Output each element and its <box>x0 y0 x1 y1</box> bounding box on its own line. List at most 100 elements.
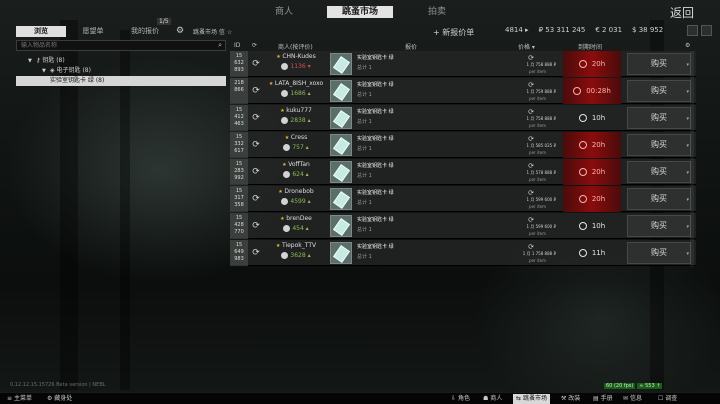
header-id[interactable]: ID <box>234 42 240 49</box>
tree-item-label: 实验室钥匙卡 绿 (8) <box>50 77 105 84</box>
refresh-icon[interactable]: ⟳ <box>251 167 261 177</box>
buy-button[interactable]: 购买 ▾ <box>627 80 691 102</box>
header-price[interactable]: 价格 ▾ <box>518 42 535 51</box>
traders-button[interactable]: ☗ 商人 <box>480 394 505 404</box>
keycard-icon <box>332 56 351 74</box>
clock-icon: o <box>578 195 587 203</box>
table-row[interactable]: 15 428 770 ⟳ ★ brenDee 454 ▴ 实验室钥匙卡 绿总计 1 ⟳ 1 月 … <box>230 213 696 239</box>
seller-cell[interactable]: ★ CHN-Kudes 1136 ▾ <box>268 53 324 70</box>
clock-icon: o <box>578 60 587 68</box>
refresh-icon[interactable]: ⟳ <box>251 59 261 69</box>
offer-id-part: 893 <box>234 67 244 73</box>
gear-icon[interactable]: ⚙ <box>685 42 690 49</box>
back-button[interactable]: 返回 <box>670 4 694 21</box>
offer-id: 15 649 983 <box>230 240 248 266</box>
table-row[interactable]: 15 649 983 ⟳ ★ Tiepok_TTV 3628 ▴ 实验室钥匙卡 绿总计 1 ⟳… <box>230 240 696 266</box>
performance-indicators: 60 (20 fps) ≈ 553 ↑ <box>604 383 663 389</box>
subtab-browse[interactable]: 浏览 <box>16 26 66 37</box>
buy-button[interactable]: 购买 ▾ <box>627 161 691 183</box>
tree-item-electronic-keys[interactable]: ▼ ◈ 电子钥匙 (8) <box>16 66 226 76</box>
offers-scrollbar[interactable] <box>690 51 694 267</box>
item-thumbnail[interactable] <box>330 134 352 156</box>
price-value: 1 月 599 600 ₽ <box>526 224 556 229</box>
offer-count: 4814 ▸ <box>505 26 529 34</box>
offer-id-part: 992 <box>234 175 244 181</box>
seller-cell[interactable]: ★ Cress 757 ▴ <box>268 134 324 151</box>
seller-cell[interactable]: ★ LATA_8ISH_xoxo 1686 ▴ <box>268 80 324 97</box>
item-thumbnail[interactable] <box>330 161 352 183</box>
flea-market-button[interactable]: ⇆ 跳蚤市场 <box>513 394 550 404</box>
item-thumbnail[interactable] <box>330 242 352 264</box>
buy-button[interactable]: 购买 ▾ <box>627 134 691 156</box>
price-value: 1 月 759 888 ₽ <box>526 89 556 94</box>
buy-button[interactable]: 购买 ▾ <box>627 215 691 237</box>
seller-cell[interactable]: ★ Dronebob 4599 ▴ <box>268 188 324 205</box>
clock-icon: o <box>578 222 587 230</box>
handbook-button[interactable]: ▤ 手册 <box>590 394 616 404</box>
expiry-time-value: 20h <box>591 168 606 176</box>
toggle-icon[interactable] <box>701 25 712 36</box>
buy-button[interactable]: 购买 ▾ <box>627 242 691 264</box>
refresh-icon[interactable]: ⟳ <box>251 248 261 258</box>
expiry-time-value: 20h <box>591 141 606 149</box>
offer-description: 实验室钥匙卡 绿总计 1 <box>357 81 394 98</box>
tab-flea-market[interactable]: 跳蚤市场 <box>327 6 393 18</box>
main-menu-button[interactable]: ≡ 主菜单 <box>4 394 35 404</box>
seller-name: ★ VoffTan <box>268 161 324 168</box>
build-button[interactable]: ⚒ 改装 <box>558 394 583 404</box>
item-thumbnail[interactable] <box>330 53 352 75</box>
header-seller[interactable]: 商人(按评价) <box>278 42 313 51</box>
tree-item-keys[interactable]: ▼ ⚷ 钥匙 (8) <box>16 56 226 66</box>
character-button[interactable]: ⇩ 角色 <box>448 394 473 404</box>
buy-label: 购买 <box>651 86 667 95</box>
refresh-icon[interactable]: ⟳ <box>251 113 261 123</box>
search-icon[interactable]: ⌕ <box>218 41 222 50</box>
messenger-button[interactable]: ✉ 信息 <box>620 394 645 404</box>
refresh-icon[interactable]: ⟳ <box>251 86 261 96</box>
price-unit: per item <box>529 123 546 128</box>
buy-button[interactable]: 购买 ▾ <box>627 107 691 129</box>
item-thumbnail[interactable] <box>330 215 352 237</box>
table-row[interactable]: 15 412 463 ⟳ ★ kuku777 2838 ▴ 实验室钥匙卡 绿总计 1 ⟳ 1 月… <box>230 105 696 131</box>
table-row[interactable]: 15 317 358 ⟳ ★ Dronebob 4599 ▴ 实验室钥匙卡 绿总计 1 ⟳ 1 … <box>230 186 696 212</box>
hideout-button[interactable]: ⚙ 藏身处 <box>44 394 75 404</box>
expiry-time: o 10h <box>563 105 621 131</box>
search-input[interactable] <box>17 41 207 50</box>
item-thumbnail[interactable] <box>330 107 352 129</box>
refresh-icon[interactable]: ⟳ <box>251 194 261 204</box>
offers-table: ID ⟳ 商人(按评价) 报价 价格 ▾ 到期时间 ⚙ 15 632 893 ⟳ ★ C… <box>230 40 696 266</box>
header-expiry[interactable]: 到期时间 <box>578 42 602 51</box>
table-row[interactable]: 15 632 893 ⟳ ★ CHN-Kudes 1136 ▾ 实验室钥匙卡 绿总计 1 ⟳ 1… <box>230 51 696 77</box>
seller-rating: 2838 ▴ <box>268 117 324 124</box>
subtab-my-offers[interactable]: 我的报价 <box>126 26 164 37</box>
tree-item-green-keycard[interactable]: 实验室钥匙卡 绿 (8) <box>16 76 226 86</box>
seller-cell[interactable]: ★ kuku777 2838 ▴ <box>268 107 324 124</box>
market-rating: 跳蚤市场 信 ☆ <box>193 29 233 36</box>
item-thumbnail[interactable] <box>330 80 352 102</box>
add-offer-button[interactable]: + 新报价单 <box>433 27 474 38</box>
buy-label: 购买 <box>651 194 667 203</box>
survey-button[interactable]: ☐ 调查 <box>655 394 680 404</box>
seller-cell[interactable]: ★ brenDee 454 ▴ <box>268 215 324 232</box>
tab-traders[interactable]: 商人 <box>262 6 306 18</box>
price-value: 1 月 585 025 ₽ <box>526 143 556 148</box>
expiry-time-value: 00:28h <box>586 87 611 95</box>
tab-auction[interactable]: 拍卖 <box>415 6 459 18</box>
toggle-icon[interactable] <box>687 25 698 36</box>
expiry-time-value: 10h <box>591 222 606 230</box>
gear-icon[interactable]: ⚙ <box>176 26 186 36</box>
seller-cell[interactable]: ★ VoffTan 624 ▴ <box>268 161 324 178</box>
item-thumbnail[interactable] <box>330 188 352 210</box>
refresh-icon[interactable]: ⟳ <box>252 42 257 49</box>
subtab-wishlist[interactable]: 愿望单 <box>78 26 108 37</box>
table-row[interactable]: 15 332 617 ⟳ ★ Cress 757 ▴ 实验室钥匙卡 绿总计 1 ⟳ 1 月 58… <box>230 132 696 158</box>
refresh-icon[interactable]: ⟳ <box>251 140 261 150</box>
seller-cell[interactable]: ★ Tiepok_TTV 3628 ▴ <box>268 242 324 259</box>
buy-button[interactable]: 购买 ▾ <box>627 188 691 210</box>
table-row[interactable]: 15 283 992 ⟳ ★ VoffTan 624 ▴ 实验室钥匙卡 绿总计 1 ⟳ 1 月 … <box>230 159 696 185</box>
buy-button[interactable]: 购买 ▾ <box>627 53 691 75</box>
seller-name-text: VoffTan <box>288 161 310 168</box>
refresh-icon[interactable]: ⟳ <box>251 221 261 231</box>
seller-rating: 454 ▴ <box>268 225 324 232</box>
table-row[interactable]: 218 866 ⟳ ★ LATA_8ISH_xoxo 1686 ▴ 实验室钥匙卡 绿总计 … <box>230 78 696 104</box>
